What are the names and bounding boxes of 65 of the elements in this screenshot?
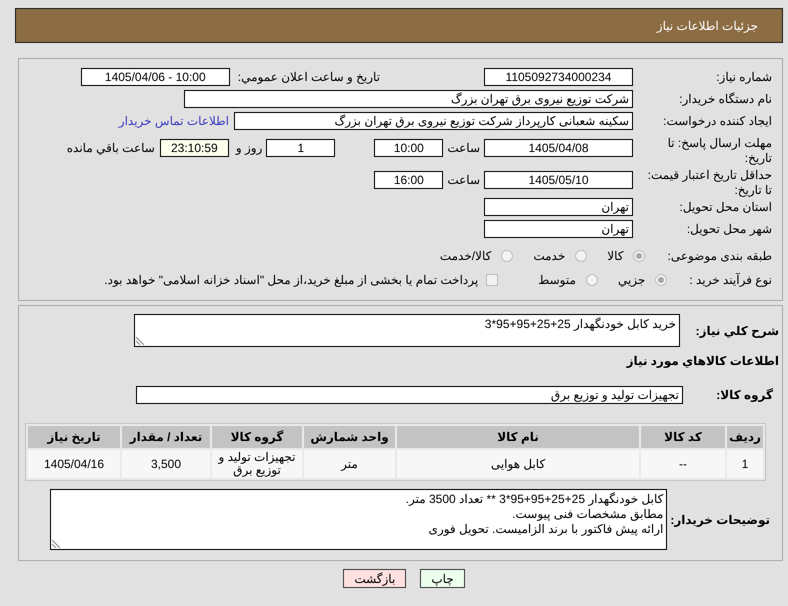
page-title: جزئیات اطلاعات نیاز xyxy=(656,18,758,32)
column-header: نام کالا xyxy=(397,426,639,448)
radio-button[interactable] xyxy=(501,250,514,262)
print-button[interactable]: چاپ xyxy=(420,569,465,588)
deadline-date-field[interactable]: 1405/04/08 xyxy=(484,139,633,157)
column-header: تعداد / مقدار xyxy=(122,426,210,448)
table-cell: 1 xyxy=(727,450,763,478)
table-cell: متر xyxy=(304,450,395,478)
table-cell: 1405/04/16 xyxy=(28,450,120,478)
remaining-time-field[interactable]: 23:10:59 xyxy=(160,139,229,157)
column-header: کد کالا xyxy=(641,426,725,448)
table-cell: 3,500 xyxy=(122,450,210,478)
goods-group-label: گروه کالا: xyxy=(715,388,774,402)
city-label: شهر محل تحویل: xyxy=(686,222,772,236)
deadline-time-field[interactable]: 10:00 xyxy=(374,139,444,157)
treasury-payment-label: پرداخت تمام یا بخشی از مبلغ خرید،از محل "اسناد خزانه اسلامی" خواهد بود. xyxy=(104,273,478,287)
radio-label: کالا/خدمت xyxy=(440,249,492,263)
column-header: تاریخ نیاز xyxy=(28,426,120,448)
radio-label: خدمت xyxy=(533,249,566,263)
radio-label: متوسط xyxy=(538,273,576,287)
buyer-contact-link[interactable]: اطلاعات تماس خریدار xyxy=(118,114,229,128)
buyer-notes-field[interactable]: کابل خودنگهدار 25+25+95+95*3 ** تعداد 3500 متر. مطابق مشخصات فنی پیوست. ارائه پیش فاکتور با برند الزامیست. تحویل فوری xyxy=(50,489,668,550)
need-number-label: شماره نیاز: xyxy=(715,70,772,84)
buyer-notes-label: توضیحات خریدار: xyxy=(670,512,770,526)
remaining-time-label: ساعت باقي مانده xyxy=(66,140,155,157)
summary-label: شرح كلي نياز: xyxy=(694,324,779,338)
requester-field[interactable]: سکینه شعبانی کارپرداز شرکت توزیع نیروی برق تهران بزرگ xyxy=(234,112,633,130)
province-field[interactable]: تهران xyxy=(484,198,633,216)
days-left-field[interactable]: 1 xyxy=(266,139,336,157)
items-heading: اطلاعات كالاهاي مورد نياز xyxy=(625,354,779,368)
radio-label: جزيي xyxy=(618,273,646,287)
requester-label: ایجاد کننده درخواست: xyxy=(662,114,772,128)
radio-button[interactable] xyxy=(633,250,646,262)
price-validity-label: حداقل تاریخ اعتبار قیمت: تا تاریخ: xyxy=(646,168,772,198)
column-header: واحد شمارش xyxy=(304,426,395,448)
table-cell: تجهیزات تولید و توزیع برق xyxy=(212,450,302,478)
checkbox[interactable] xyxy=(486,274,498,286)
resize-grip-icon[interactable] xyxy=(136,337,144,345)
validity-date-field[interactable]: 1405/05/10 xyxy=(484,171,633,189)
announce-date-field[interactable]: 1405/04/06 - 10:00 xyxy=(80,68,230,86)
need-number-field[interactable]: 1105092734000234 xyxy=(484,68,633,86)
radio-button[interactable] xyxy=(655,274,668,286)
validity-time-field[interactable]: 16:00 xyxy=(374,171,444,189)
time-label: ساعت xyxy=(447,140,480,157)
column-header: ردیف xyxy=(727,426,763,448)
table-cell: کابل هوایی xyxy=(397,450,639,478)
table-cell: -- xyxy=(641,450,725,478)
time-label: ساعت xyxy=(447,172,480,189)
city-field[interactable]: تهران xyxy=(484,220,633,238)
buyer-org-field[interactable]: شرکت توزیع نیروی برق تهران بزرگ xyxy=(184,90,633,108)
days-label: روز و xyxy=(236,140,262,157)
column-header: گروه کالا xyxy=(212,426,302,448)
radio-button[interactable] xyxy=(575,250,588,262)
process-label: نوع فرآیند خرید : xyxy=(689,273,772,287)
resize-grip-icon[interactable] xyxy=(52,540,60,548)
announce-date-label: تاریخ و ساعت اعلان عمومي: xyxy=(238,70,380,84)
radio-button[interactable] xyxy=(586,274,598,286)
province-label: استان محل تحویل: xyxy=(678,200,772,214)
reply-deadline-label: مهلت ارسال پاسخ: تا تاریخ: xyxy=(666,136,772,166)
back-button[interactable]: بازگشت xyxy=(343,569,406,588)
buyer-org-label: نام دستگاه خریدار: xyxy=(678,92,772,106)
goods-group-field[interactable]: تجهیزات تولید و توزیع برق xyxy=(136,386,683,404)
radio-label: کالا xyxy=(607,249,624,263)
summary-field[interactable]: خرید کابل خودنگهدار 25+25+95+95*3 xyxy=(134,314,680,347)
category-label: طبقه بندی موضوعی: xyxy=(667,249,772,263)
